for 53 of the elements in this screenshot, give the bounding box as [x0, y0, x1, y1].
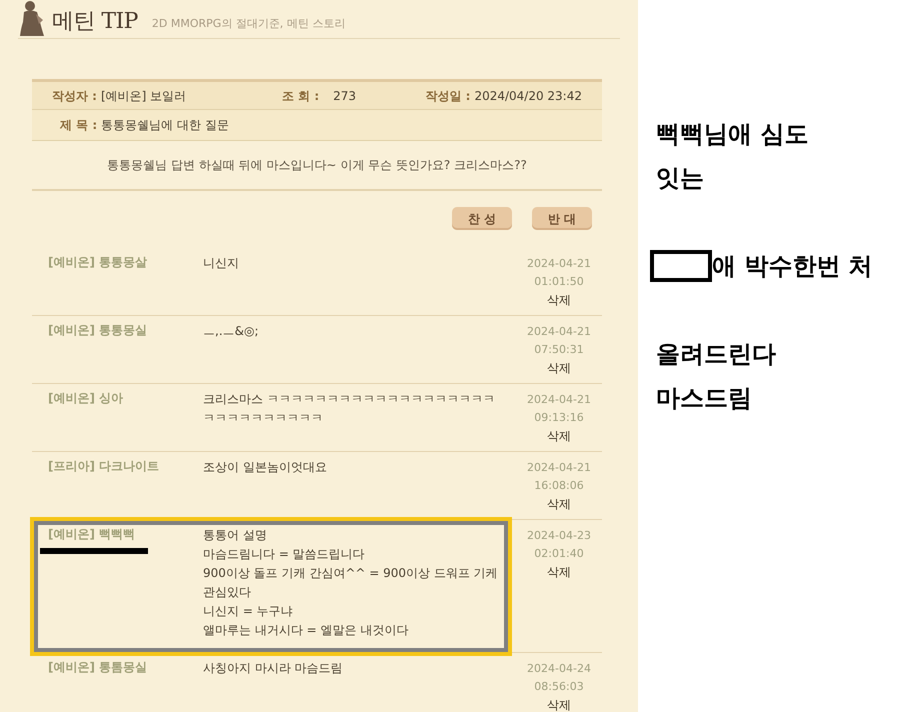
comment-text: 사칭아지 마시라 마슴드림	[203, 660, 344, 677]
vote-button[interactable]: 찬 성	[452, 207, 512, 230]
comment-time: 01:01:50	[534, 274, 584, 290]
field-label: 제 목 :	[60, 117, 98, 134]
field-value: 2024/04/20 23:42	[474, 88, 582, 104]
annotation-text: 올려드린다	[656, 339, 776, 370]
delete-link[interactable]: 삭제	[547, 291, 571, 309]
comment-time: 02:01:40	[534, 546, 584, 562]
comment-date: 2024-04-21	[527, 324, 591, 340]
vote-button[interactable]: 반 대	[532, 207, 592, 230]
statue-icon	[18, 0, 46, 36]
annotation-text: 애 박수한번 처	[712, 251, 873, 282]
comment-author: [예비온] 싱아	[48, 390, 124, 406]
comment-date: 2024-04-21	[527, 460, 591, 476]
delete-link[interactable]: 삭제	[547, 359, 571, 377]
comment-author: [예비온] 통통몽살	[48, 254, 148, 270]
comment-time: 16:08:06	[534, 478, 584, 494]
site-title: 메틴 TIP	[52, 8, 138, 36]
comment-text: 크리스마스 ㅋㅋㅋㅋㅋㅋㅋㅋㅋㅋㅋㅋㅋㅋㅋㅋㅋㅋㅋㅋㅋㅋㅋㅋㅋㅋㅋㅋㅋ	[203, 391, 496, 427]
field-value: 273	[333, 88, 356, 104]
field-value: 통통몽쉘님에 대한 질문	[101, 117, 229, 134]
comment-date: 2024-04-21	[527, 392, 591, 408]
comment-text: ㅡ,.ㅡ&◎;	[203, 323, 260, 340]
comment-text: 900이상 돌프 기캐 간심여^^ = 900이상 드워프 기케 관심있다	[203, 565, 499, 601]
comment-text: 통통어 설명	[203, 527, 268, 544]
comment-author: [예비온] 통톰몽실	[48, 659, 148, 675]
comment-author: [예비온] 뻑뻑뻑	[48, 526, 136, 542]
site-subtitle: 2D MMORPG의 절대기준, 메틴 스토리	[152, 16, 346, 32]
comment-author: [예비온] 통통몽실	[48, 322, 148, 338]
comment-date: 2024-04-23	[527, 528, 591, 544]
annotation-text: 마스드림	[656, 383, 752, 414]
field-label: 조 회 :	[282, 88, 320, 104]
annotation-text: 잇는	[656, 163, 704, 194]
field-value: [예비온] 보일러	[100, 88, 186, 104]
comment-date: 2024-04-24	[527, 661, 591, 677]
delete-link[interactable]: 삭제	[547, 427, 571, 445]
comment-text: 니신지 = 누구냐	[203, 603, 294, 620]
annotation-text: 뻑뻑님애 심도	[656, 119, 808, 150]
comment-time: 09:13:16	[534, 410, 584, 426]
post-body: 통통몽쉘님 답변 하실때 뒤에 마스입니다~ 이게 무슨 뜻인가요? 크리스마스??	[32, 141, 602, 191]
comment-text: 앨마루는 내거시다 = 엘말은 내것이다	[203, 622, 410, 639]
comment-time: 08:56:03	[534, 679, 584, 695]
field-label: 작성자 :	[52, 88, 97, 104]
delete-link[interactable]: 삭제	[547, 495, 571, 513]
comment-text: 마슴드림니다 = 말씀드립니다	[203, 546, 366, 563]
comment-author: [프리아] 다크나이트	[48, 458, 160, 474]
comment-date: 2024-04-21	[527, 256, 591, 272]
field-label: 작성일 :	[425, 88, 470, 104]
comment-time: 07:50:31	[534, 342, 584, 358]
delete-link[interactable]: 삭제	[547, 563, 571, 581]
comment-text: 니신지	[203, 255, 240, 272]
delete-link[interactable]: 삭제	[547, 696, 571, 712]
comment-text: 조상이 일본놈이엇대요	[203, 459, 328, 476]
